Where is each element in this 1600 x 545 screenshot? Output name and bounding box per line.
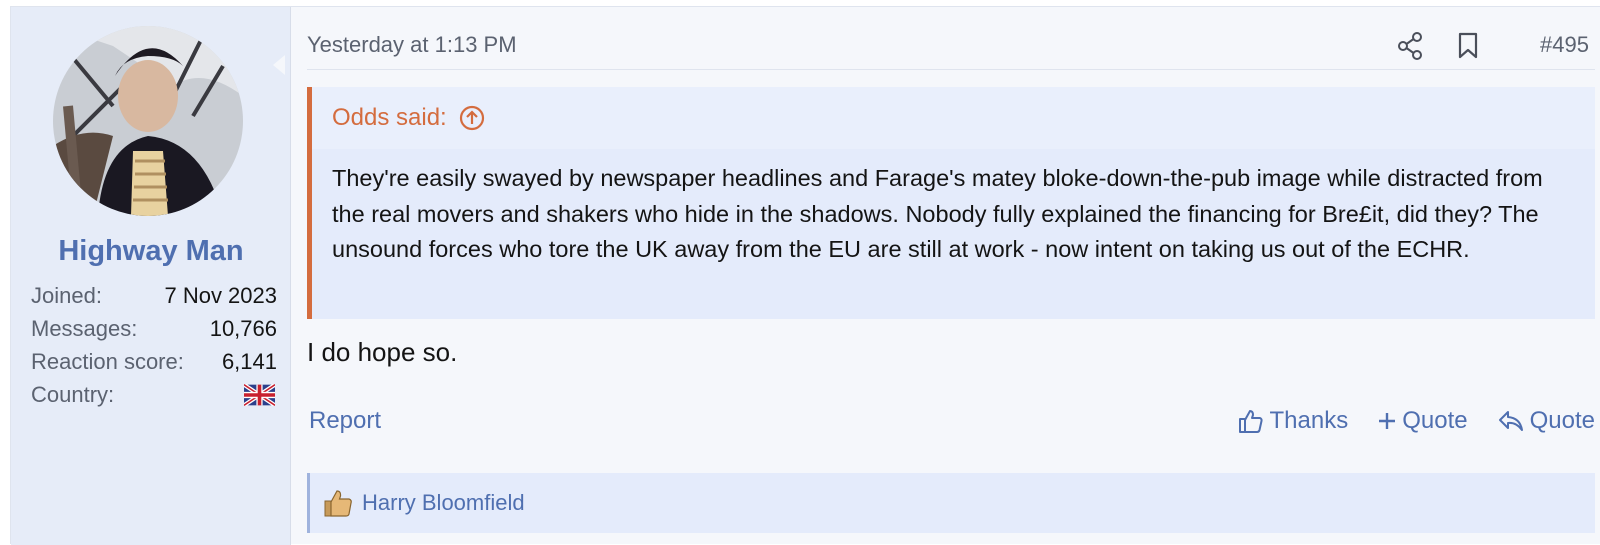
thumbs-up-icon	[1238, 410, 1263, 433]
thanks-label: Thanks	[1269, 407, 1349, 434]
stat-label: Messages:	[31, 316, 138, 341]
blockquote: Odds said: They're easily swayed by news…	[307, 87, 1595, 319]
stat-value: 6,141	[221, 349, 277, 374]
multi-quote-label: Quote	[1402, 407, 1468, 434]
stat-label: Joined:	[31, 283, 102, 308]
post-main: Yesterday at 1:13 PM #495 Odds said: The…	[307, 7, 1600, 545]
post-actions: Thanks Quote Quote	[1208, 407, 1595, 435]
like-reaction-icon	[324, 490, 352, 517]
user-stats: Joined: 7 Nov 2023 Messages: 10,766 Reac…	[31, 281, 277, 413]
stat-label: Reaction score:	[31, 349, 184, 374]
plus-icon	[1379, 413, 1396, 429]
stat-reaction-score: Reaction score: 6,141	[31, 347, 277, 380]
stat-label: Country:	[31, 382, 115, 407]
reactions-bar[interactable]: Harry Bloomfield	[307, 473, 1595, 533]
quote-header[interactable]: Odds said:	[312, 87, 1595, 149]
stat-messages: Messages: 10,766	[31, 314, 277, 347]
quote-text: They're easily swayed by newspaper headl…	[332, 165, 1543, 262]
multi-quote-button[interactable]: Quote	[1378, 407, 1468, 435]
avatar[interactable]	[53, 26, 243, 216]
post-footer: Report Thanks Quote Quote	[307, 403, 1595, 443]
user-sidebar: Highway Man Joined: 7 Nov 2023 Messages:…	[11, 7, 291, 545]
sidebar-pointer	[273, 55, 285, 75]
reply-quote-label: Quote	[1529, 407, 1595, 434]
stat-value[interactable]: 10,766	[210, 314, 277, 347]
stat-value: 7 Nov 2023	[164, 283, 277, 308]
reply-icon	[1498, 411, 1523, 431]
username[interactable]: Highway Man	[11, 235, 291, 268]
post-attribution: Yesterday at 1:13 PM #495	[307, 29, 1595, 70]
reaction-users[interactable]: Harry Bloomfield	[362, 490, 525, 516]
thanks-button[interactable]: Thanks	[1238, 407, 1349, 435]
uk-flag-icon	[244, 384, 275, 406]
post-time[interactable]: Yesterday at 1:13 PM	[307, 32, 517, 58]
bookmark-icon[interactable]	[1457, 31, 1479, 66]
stat-country: Country:	[31, 380, 277, 413]
jump-to-quote-icon[interactable]	[459, 105, 485, 131]
post-body: I do hope so.	[307, 337, 458, 367]
share-icon[interactable]	[1397, 31, 1423, 66]
report-link[interactable]: Report	[309, 407, 381, 435]
quote-author[interactable]: Odds said:	[332, 87, 447, 149]
reply-quote-button[interactable]: Quote	[1498, 407, 1595, 435]
post-number[interactable]: #495	[1540, 32, 1589, 58]
post-container: Highway Man Joined: 7 Nov 2023 Messages:…	[10, 6, 1600, 545]
stat-joined: Joined: 7 Nov 2023	[31, 281, 277, 314]
